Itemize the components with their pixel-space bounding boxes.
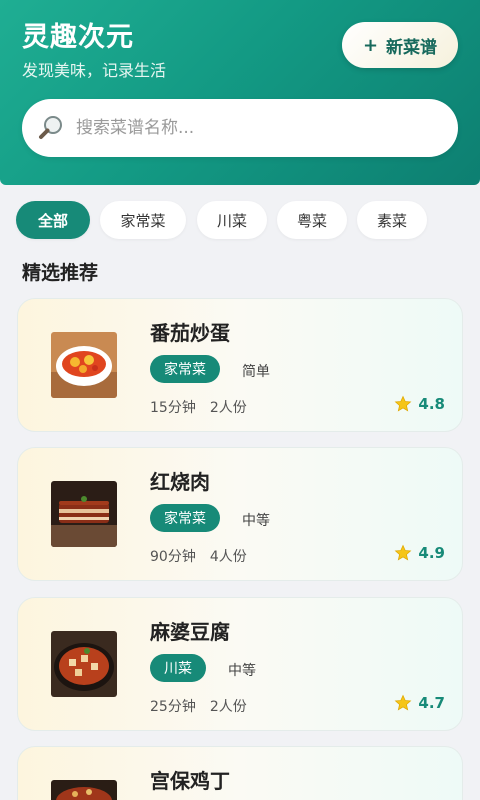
recipe-name: 红烧肉	[150, 470, 210, 494]
rating: 4.8	[394, 395, 445, 413]
difficulty-label: 简单	[242, 364, 270, 380]
recipe-name: 番茄炒蛋	[150, 321, 230, 345]
app-header: 灵趣次元 发现美味，记录生活 + 新菜谱	[0, 0, 480, 185]
rating: 4.9	[394, 544, 445, 562]
chip-home-style[interactable]: 家常菜	[100, 201, 186, 239]
new-recipe-label: 新菜谱	[386, 37, 438, 58]
category-badge: 川菜	[150, 654, 206, 682]
app-subtitle: 发现美味，记录生活	[22, 61, 167, 80]
recipe-name: 宫保鸡丁	[150, 769, 230, 793]
cook-time: 15分钟	[150, 400, 196, 416]
recipe-image	[51, 481, 117, 547]
chip-all[interactable]: 全部	[16, 201, 90, 239]
servings: 2人份	[209, 699, 247, 715]
app-title: 灵趣次元	[22, 22, 134, 53]
rating: 4.7	[394, 694, 445, 712]
difficulty-label: 中等	[242, 513, 270, 529]
recipe-meta: 15分钟 2人份	[150, 397, 247, 417]
search-icon	[39, 116, 62, 139]
star-icon	[395, 544, 412, 561]
star-icon	[395, 694, 412, 711]
category-badge: 家常菜	[150, 504, 220, 532]
recipe-card[interactable]: 红烧肉 家常菜 中等 90分钟 4人份 4.9	[17, 447, 463, 581]
servings: 4人份	[209, 549, 247, 565]
recipe-name: 麻婆豆腐	[150, 620, 230, 644]
recipe-image	[51, 780, 117, 800]
plus-icon: +	[362, 34, 379, 56]
recipe-card[interactable]: 宫保鸡丁	[17, 746, 463, 800]
recipe-card[interactable]: 麻婆豆腐 川菜 中等 25分钟 2人份 4.7	[17, 597, 463, 731]
rating-value: 4.8	[418, 395, 445, 413]
star-icon	[395, 395, 412, 412]
recipe-image	[51, 631, 117, 697]
new-recipe-button[interactable]: + 新菜谱	[342, 22, 458, 68]
chip-vegetarian[interactable]: 素菜	[357, 201, 427, 239]
cook-time: 25分钟	[150, 699, 196, 715]
search-input[interactable]	[76, 118, 436, 138]
difficulty-label: 中等	[228, 663, 256, 679]
recipe-meta: 90分钟 4人份	[150, 546, 247, 566]
search-bar[interactable]	[22, 99, 458, 157]
category-badge: 家常菜	[150, 355, 220, 383]
rating-value: 4.7	[418, 694, 445, 712]
recipe-meta: 25分钟 2人份	[150, 696, 247, 716]
section-title: 精选推荐	[22, 262, 99, 284]
rating-value: 4.9	[418, 544, 445, 562]
chip-cantonese[interactable]: 粤菜	[277, 201, 347, 239]
recipe-card[interactable]: 番茄炒蛋 家常菜 简单 15分钟 2人份 4.8	[17, 298, 463, 432]
servings: 2人份	[209, 400, 247, 416]
cook-time: 90分钟	[150, 549, 196, 565]
recipe-image	[51, 332, 117, 398]
chip-sichuan[interactable]: 川菜	[197, 201, 267, 239]
